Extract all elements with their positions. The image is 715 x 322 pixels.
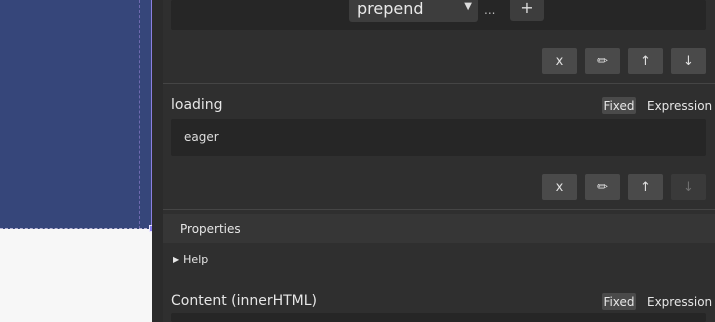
insert-mode-value: prepend [357,0,424,18]
properties-header[interactable]: Properties [163,214,715,243]
move-up-button[interactable]: ↑ [628,174,663,200]
remove-button[interactable]: x [542,174,577,200]
divider [163,83,715,84]
remove-button[interactable]: x [542,48,577,74]
add-button[interactable]: + [510,0,544,21]
attribute-actions: x ✏ ↑ ↓ [163,48,715,74]
move-down-button[interactable]: ↓ [671,48,706,74]
loading-value-field[interactable]: eager [171,119,706,156]
help-toggle[interactable]: ▶ Help [173,253,208,266]
move-up-button[interactable]: ↑ [628,48,663,74]
editor-canvas[interactable] [0,0,163,322]
properties-title: Properties [180,222,241,236]
mode-fixed-toggle[interactable]: Fixed [602,293,636,310]
more-options[interactable]: ... [484,3,495,17]
help-label: Help [183,253,209,266]
insert-mode-select[interactable]: prepend ▼ [349,0,478,22]
attribute-label: Content (innerHTML) [171,293,318,309]
attribute-value-box: prepend ▼ ... + [171,0,706,30]
mode-expression-toggle[interactable]: Expression [647,295,712,309]
attributes-panel: prepend ▼ ... + x ✏ ↑ ↓ loading Fixed Ex… [163,0,715,322]
mode-expression-toggle[interactable]: Expression [647,99,712,113]
guide-line [139,0,140,229]
move-down-button: ↓ [671,174,706,200]
chevron-down-icon: ▼ [464,1,472,12]
divider [163,209,715,210]
attribute-label: loading [171,97,223,113]
triangle-right-icon: ▶ [173,255,180,264]
mode-fixed-toggle[interactable]: Fixed [602,97,636,114]
attribute-actions: x ✏ ↑ ↓ [163,174,715,200]
edit-icon[interactable]: ✏ [585,48,620,74]
content-value-field[interactable] [171,313,706,322]
canvas-scrollbar[interactable] [152,0,163,322]
edit-icon[interactable]: ✏ [585,174,620,200]
selected-element[interactable] [0,0,152,229]
loading-value: eager [184,130,219,144]
page-area[interactable] [0,229,152,322]
